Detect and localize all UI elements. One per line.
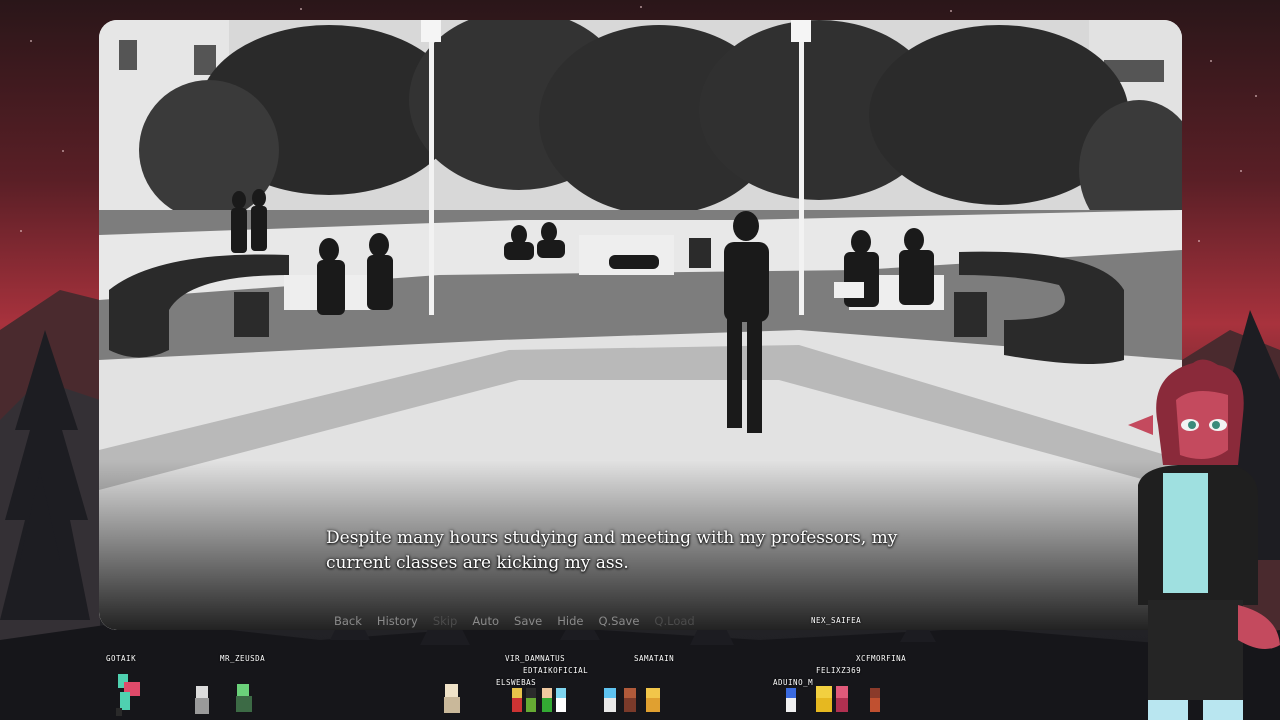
viewer-name: SAMATAIN xyxy=(634,654,675,663)
viewer-name: MR_ZEUSDA xyxy=(220,654,266,663)
viewer-sprite xyxy=(236,684,252,712)
quick-menu-auto-button[interactable]: Auto xyxy=(472,614,499,628)
quick-menu-hide-button[interactable]: Hide xyxy=(557,614,583,628)
quick-menu-history-button[interactable]: History xyxy=(377,614,418,628)
streamer-avatar xyxy=(1128,359,1280,720)
viewer-sprite xyxy=(195,686,209,714)
viewer-name: NEX_SAIFEA xyxy=(811,616,862,625)
viewer-name: XCFMORFINA xyxy=(856,654,907,663)
game-window[interactable]: Despite many hours studying and meeting … xyxy=(99,20,1182,630)
viewer-sprite xyxy=(116,674,140,716)
viewer-sprite-group xyxy=(512,688,566,712)
quick-menu-qload-button[interactable]: Q.Load xyxy=(654,614,694,628)
quick-menu-back-button[interactable]: Back xyxy=(334,614,362,628)
dialogue-text: Despite many hours studying and meeting … xyxy=(326,528,898,573)
quick-menu-skip-button[interactable]: Skip xyxy=(433,614,457,628)
viewer-sprite-group xyxy=(604,688,660,712)
viewer-name: EDTAIKOFICIAL xyxy=(523,666,589,675)
viewer-name: GOTAIK xyxy=(106,654,137,663)
quick-menu-save-button[interactable]: Save xyxy=(514,614,542,628)
viewer-sprite xyxy=(444,684,460,713)
viewer-name: VIR_DAMNATUS xyxy=(505,654,566,663)
quick-menu-qsave-button[interactable]: Q.Save xyxy=(598,614,639,628)
viewer-sprite-group xyxy=(786,686,880,712)
quick-menu: Back History Skip Auto Save Hide Q.Save … xyxy=(334,614,710,628)
viewer-name: FELIXZ369 xyxy=(816,666,862,675)
